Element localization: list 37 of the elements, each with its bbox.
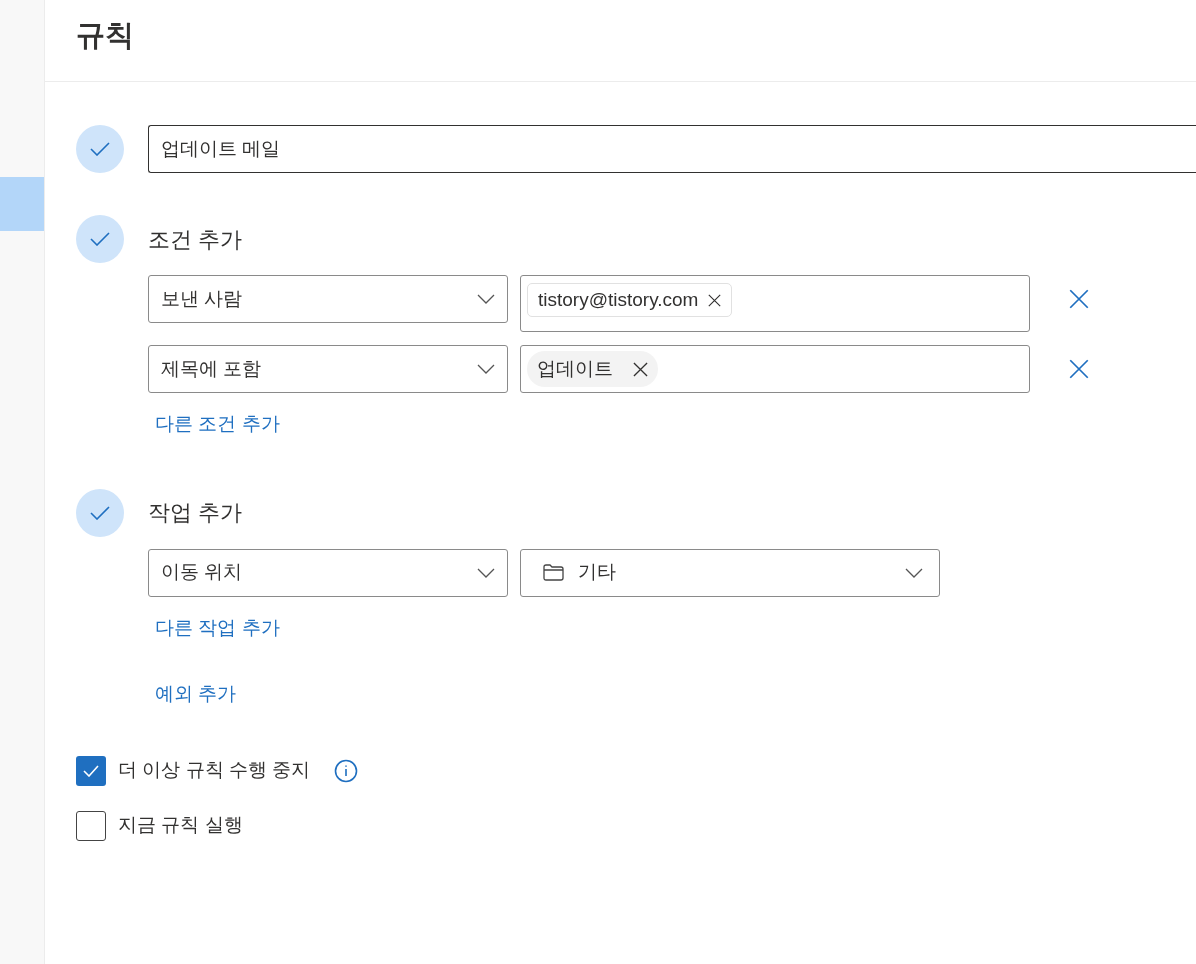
- add-condition-link[interactable]: 다른 조건 추가: [155, 410, 280, 439]
- check-icon: [83, 764, 99, 777]
- add-action-link[interactable]: 다른 작업 추가: [155, 613, 280, 642]
- section-title: 작업 추가: [148, 499, 243, 527]
- checkbox[interactable]: [76, 755, 106, 786]
- page-title: 규칙: [76, 18, 134, 53]
- value-field[interactable]: tistory@tistory.com: [520, 275, 1030, 332]
- chevron-down-icon: [477, 294, 495, 304]
- close-icon: [708, 293, 722, 307]
- folder-icon: [543, 564, 564, 581]
- chip-text: tistory@tistory.com: [538, 287, 699, 312]
- checkbox-label: 더 이상 규칙 수행 중지: [118, 758, 311, 783]
- checkbox[interactable]: [76, 810, 106, 841]
- checkbox-label: 지금 규칙 실행: [118, 813, 243, 838]
- dropdown[interactable]: 제목에 포함: [148, 345, 508, 393]
- chevron-down-icon: [905, 567, 923, 578]
- chevron-down-icon: [477, 567, 495, 578]
- value-chip[interactable]: tistory@tistory.com: [527, 283, 733, 317]
- rule-name-field[interactable]: 업데이트 메일: [148, 125, 1196, 173]
- add-exception-link[interactable]: 예외 추가: [155, 680, 237, 709]
- value-field[interactable]: 업데이트: [520, 345, 1030, 393]
- value-chip[interactable]: 업데이트: [527, 351, 658, 387]
- close-icon: [1069, 289, 1089, 309]
- sidebar-highlight: [0, 177, 44, 231]
- folder-name: 기타: [578, 560, 616, 585]
- info-icon[interactable]: [334, 758, 359, 783]
- close-icon: [1069, 359, 1089, 379]
- check-icon: [90, 142, 110, 156]
- chevron-down-icon: [477, 364, 495, 374]
- close-icon: [633, 361, 648, 377]
- check-icon: [90, 232, 110, 246]
- dropdown[interactable]: 보낸 사람: [148, 275, 508, 323]
- section-title: 조건 추가: [148, 225, 243, 254]
- folder-dropdown[interactable]: 기타: [520, 548, 940, 597]
- dropdown[interactable]: 이동 위치: [148, 548, 508, 597]
- chip-text: 업데이트: [537, 356, 613, 381]
- check-icon: [90, 505, 110, 520]
